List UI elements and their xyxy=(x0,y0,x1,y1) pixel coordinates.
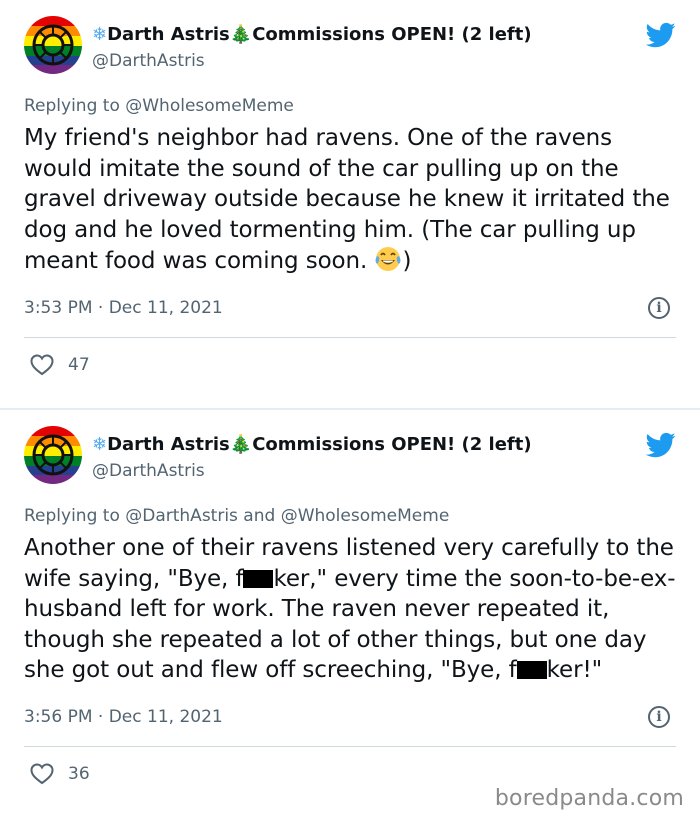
avatar[interactable] xyxy=(24,16,82,74)
display-name-suffix: Commissions OPEN! (2 left) xyxy=(252,434,532,455)
censor-block xyxy=(516,661,547,679)
twitter-bird-icon[interactable] xyxy=(646,20,676,50)
twitter-bird-icon[interactable] xyxy=(646,430,676,460)
display-name-text: Darth Astris xyxy=(107,434,230,455)
tweet-header: ❄Darth Astris🎄Commissions OPEN! (2 left)… xyxy=(24,410,676,500)
info-icon[interactable]: i xyxy=(648,705,670,728)
tweet-2: ❄Darth Astris🎄Commissions OPEN! (2 left)… xyxy=(0,410,700,819)
reply-mention[interactable]: @DarthAstris and @WholesomeMeme xyxy=(125,506,449,526)
tears-of-joy-emoji-icon xyxy=(375,247,401,271)
display-name[interactable]: ❄Darth Astris🎄Commissions OPEN! (2 left) xyxy=(92,22,532,48)
reply-context: Replying to @DarthAstris and @WholesomeM… xyxy=(24,504,676,528)
timestamp[interactable]: 3:56 PM · Dec 11, 2021 xyxy=(24,707,223,727)
info-icon[interactable]: i xyxy=(648,296,670,319)
tweet-text: Another one of their ravens listened ver… xyxy=(24,533,676,686)
heart-icon xyxy=(30,762,54,784)
author-names: ❄Darth Astris🎄Commissions OPEN! (2 left)… xyxy=(92,22,532,74)
author-names: ❄Darth Astris🎄Commissions OPEN! (2 left)… xyxy=(92,432,532,484)
tweet-text-end: ) xyxy=(402,248,412,274)
christmas-tree-icon: 🎄 xyxy=(229,24,253,45)
reply-prefix: Replying to xyxy=(24,506,126,526)
display-name-suffix: Commissions OPEN! (2 left) xyxy=(252,24,532,45)
like-count: 47 xyxy=(68,354,90,375)
reply-mention[interactable]: @WholesomeMeme xyxy=(125,96,294,116)
reply-prefix: Replying to xyxy=(24,96,126,116)
heart-icon xyxy=(30,353,54,375)
tweet-text-part-c: ker!" xyxy=(546,657,603,683)
like-count: 36 xyxy=(68,763,90,784)
tweet-text: My friend's neighbor had ravens. One of … xyxy=(24,123,676,277)
user-handle[interactable]: @DarthAstris xyxy=(92,458,532,484)
tweet-meta: 3:53 PM · Dec 11, 2021 i xyxy=(24,295,676,331)
display-name-text: Darth Astris xyxy=(107,24,230,45)
user-handle[interactable]: @DarthAstris xyxy=(92,48,532,74)
christmas-tree-icon: 🎄 xyxy=(229,434,253,455)
tweet-header: ❄Darth Astris🎄Commissions OPEN! (2 left)… xyxy=(24,0,676,90)
snowflake-icon: ❄ xyxy=(92,434,108,455)
tweet-1: ❄Darth Astris🎄Commissions OPEN! (2 left)… xyxy=(0,0,700,408)
tweet-meta: 3:56 PM · Dec 11, 2021 i xyxy=(24,704,676,740)
timestamp[interactable]: 3:53 PM · Dec 11, 2021 xyxy=(24,298,223,318)
watermark: boredpanda.com xyxy=(494,786,684,811)
snowflake-icon: ❄ xyxy=(92,24,108,45)
display-name[interactable]: ❄Darth Astris🎄Commissions OPEN! (2 left) xyxy=(92,432,532,458)
like-button[interactable]: 36 xyxy=(30,762,90,785)
avatar[interactable] xyxy=(24,426,82,484)
censor-block xyxy=(243,569,274,588)
tweet-text-main: My friend's neighbor had ravens. One of … xyxy=(24,125,670,274)
like-button[interactable]: 47 xyxy=(30,353,90,376)
reply-context: Replying to @WholesomeMeme xyxy=(24,94,676,118)
tweet-actions: 47 xyxy=(24,338,676,388)
